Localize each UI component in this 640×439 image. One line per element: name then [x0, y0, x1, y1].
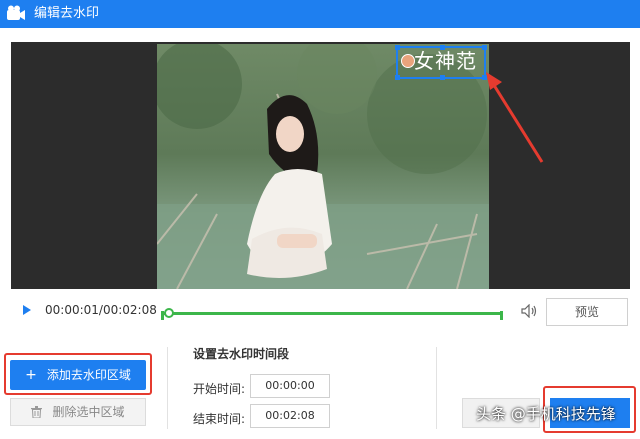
progress-track[interactable] — [161, 308, 503, 320]
resize-handle[interactable] — [395, 75, 400, 80]
play-icon[interactable] — [23, 305, 31, 315]
start-time-input[interactable]: 00:00:00 — [250, 374, 330, 398]
start-time-label: 开始时间: — [193, 382, 246, 396]
playback-controls: 00:00:01/00:02:08 预览 — [11, 293, 630, 329]
source-watermark-text: 头条 @手机科技先锋 — [476, 405, 616, 423]
delete-selected-region-button[interactable]: 删除选中区域 — [10, 398, 146, 426]
video-frame[interactable] — [157, 44, 489, 289]
range-end-handle[interactable] — [500, 311, 503, 320]
resize-handle[interactable] — [440, 75, 445, 80]
window-title: 编辑去水印 — [34, 6, 100, 21]
end-time-label: 结束时间: — [193, 412, 246, 426]
title-bar: 编辑去水印 — [0, 0, 640, 28]
trash-icon — [31, 406, 43, 418]
time-settings-title: 设置去水印时间段 — [193, 347, 290, 361]
divider — [167, 347, 168, 429]
watermark-logo-icon — [401, 54, 415, 68]
end-time-input[interactable]: 00:02:08 — [250, 404, 330, 428]
annotation-arrow-icon — [486, 72, 544, 163]
divider — [436, 347, 437, 429]
highlight-box — [4, 353, 152, 395]
playhead-knob[interactable] — [164, 308, 175, 318]
volume-icon[interactable] — [521, 304, 537, 318]
video-frame-image — [157, 44, 489, 289]
video-camera-icon — [7, 5, 25, 20]
preview-button[interactable]: 预览 — [546, 298, 628, 326]
delete-region-label: 删除选中区域 — [52, 405, 125, 419]
time-display: 00:00:01/00:02:08 — [45, 303, 157, 317]
resize-handle[interactable] — [395, 45, 400, 50]
video-watermark-text: 女神范 — [414, 49, 477, 73]
resize-handle[interactable] — [482, 45, 487, 50]
